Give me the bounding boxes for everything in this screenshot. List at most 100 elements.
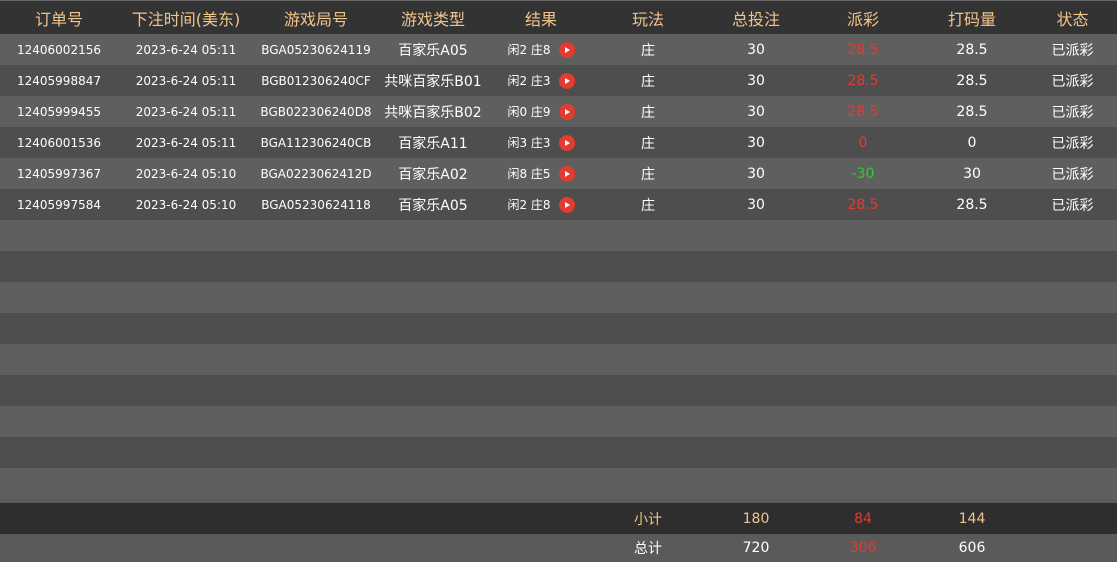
header-game-type: 游戏类型 <box>400 9 465 29</box>
cell-play: 庄 <box>641 104 655 121</box>
cell-play: 庄 <box>641 166 655 183</box>
cell-total-bet: 30 <box>747 134 765 151</box>
play-video-icon[interactable] <box>558 165 575 182</box>
cell-turnover: 28.5 <box>956 41 988 58</box>
table-header: 订单号 下注时间(美东) 游戏局号 游戏类型 结果 玩法 总投注 派彩 打码量 … <box>0 0 1117 34</box>
result-group: 闲2 庄8 <box>507 196 575 213</box>
header-round-id: 游戏局号 <box>283 9 348 29</box>
cell-turnover: 0 <box>967 134 977 151</box>
cell-order-id: 12405997584 <box>17 197 101 212</box>
play-video-icon[interactable] <box>558 72 575 89</box>
result-text: 闲0 庄9 <box>507 105 551 119</box>
cell-game-type: 百家乐A05 <box>398 197 468 214</box>
cell-status: 已派彩 <box>1051 197 1094 214</box>
total-turnover: 606 <box>958 540 986 556</box>
cell-result: 闲0 庄9 <box>488 96 594 127</box>
cell-result: 闲2 庄3 <box>488 65 594 96</box>
cell-total-bet: 30 <box>747 103 765 120</box>
cell-payout: 28.5 <box>847 196 879 213</box>
empty-table-row <box>0 220 1117 251</box>
cell-total-bet: 30 <box>747 165 765 182</box>
cell-game-type: 共咪百家乐B02 <box>384 104 482 121</box>
cell-bet-time: 2023-6-24 05:11 <box>135 104 237 119</box>
subtotal-bet: 180 <box>742 510 770 527</box>
result-group: 闲2 庄8 <box>507 41 575 58</box>
play-video-icon[interactable] <box>558 134 575 151</box>
cell-order-id: 12405997367 <box>17 166 101 181</box>
cell-order-id: 12406002156 <box>17 42 101 57</box>
header-total-bet: 总投注 <box>731 9 780 29</box>
result-group: 闲8 庄5 <box>507 165 575 182</box>
total-payout: 306 <box>849 540 877 556</box>
table-row: 12406002156 2023-6-24 05:11 BGA05230624119… <box>0 34 1117 65</box>
cell-bet-time: 2023-6-24 05:11 <box>135 135 237 150</box>
cell-play: 庄 <box>641 135 655 152</box>
cell-status: 已派彩 <box>1051 42 1094 59</box>
cell-game-type: 百家乐A11 <box>398 135 468 152</box>
cell-status: 已派彩 <box>1051 135 1094 152</box>
cell-payout: 28.5 <box>847 41 879 58</box>
empty-table-row <box>0 406 1117 437</box>
cell-total-bet: 30 <box>747 72 765 89</box>
header-turnover: 打码量 <box>947 9 996 29</box>
cell-turnover: 28.5 <box>956 72 988 89</box>
cell-game-type: 百家乐A02 <box>398 166 468 183</box>
subtotal-row: 小计 180 84 144 <box>0 503 1117 534</box>
cell-payout: 28.5 <box>847 72 879 89</box>
cell-round-id: BGA05230624119 <box>261 42 371 57</box>
cell-turnover: 28.5 <box>956 103 988 120</box>
empty-table-row <box>0 282 1117 313</box>
table-row: 12406001536 2023-6-24 05:11 BGA112306240CB… <box>0 127 1117 158</box>
result-group: 闲3 庄3 <box>507 134 575 151</box>
cell-round-id: BGB012306240CF <box>261 73 371 88</box>
cell-result: 闲2 庄8 <box>488 189 594 220</box>
cell-bet-time: 2023-6-24 05:10 <box>135 166 237 181</box>
cell-play: 庄 <box>641 73 655 90</box>
cell-play: 庄 <box>641 197 655 214</box>
result-text: 闲8 庄5 <box>507 167 551 181</box>
subtotal-label: 小计 <box>634 511 662 528</box>
empty-table-row <box>0 251 1117 282</box>
cell-bet-time: 2023-6-24 05:11 <box>135 73 237 88</box>
subtotal-turnover: 144 <box>958 510 986 527</box>
play-video-icon[interactable] <box>558 103 575 120</box>
cell-turnover: 28.5 <box>956 196 988 213</box>
cell-result: 闲8 庄5 <box>488 158 594 189</box>
play-video-icon[interactable] <box>558 196 575 213</box>
result-text: 闲2 庄8 <box>507 43 551 57</box>
cell-result: 闲3 庄3 <box>488 127 594 158</box>
cell-order-id: 12405999455 <box>17 104 101 119</box>
result-group: 闲0 庄9 <box>507 103 575 120</box>
cell-total-bet: 30 <box>747 41 765 58</box>
empty-table-row <box>0 468 1117 499</box>
cell-payout: -30 <box>851 165 875 182</box>
total-label: 总计 <box>634 541 662 557</box>
result-text: 闲2 庄8 <box>507 198 551 212</box>
cell-total-bet: 30 <box>747 196 765 213</box>
table-row: 12405997584 2023-6-24 05:10 BGA05230624118… <box>0 189 1117 220</box>
cell-round-id: BGA112306240CB <box>260 135 372 150</box>
subtotal-payout: 84 <box>854 510 872 527</box>
cell-result: 闲2 庄8 <box>488 34 594 65</box>
cell-bet-time: 2023-6-24 05:11 <box>135 42 237 57</box>
cell-round-id: BGB022306240D8 <box>260 104 372 119</box>
header-play: 玩法 <box>631 9 664 29</box>
cell-status: 已派彩 <box>1051 104 1094 121</box>
table-row: 12405997367 2023-6-24 05:10 BGA0223062412D… <box>0 158 1117 189</box>
empty-table-row <box>0 437 1117 468</box>
cell-bet-time: 2023-6-24 05:10 <box>135 197 237 212</box>
cell-round-id: BGA0223062412D <box>260 166 372 181</box>
cell-status: 已派彩 <box>1051 73 1094 90</box>
cell-order-id: 12405998847 <box>17 73 101 88</box>
result-text: 闲2 庄3 <box>507 74 551 88</box>
header-payout: 派彩 <box>846 9 879 29</box>
play-video-icon[interactable] <box>558 41 575 58</box>
header-order-id: 订单号 <box>34 9 83 29</box>
header-status: 状态 <box>1056 9 1089 29</box>
cell-payout: 28.5 <box>847 103 879 120</box>
header-result: 结果 <box>524 9 557 29</box>
cell-order-id: 12406001536 <box>17 135 101 150</box>
cell-turnover: 30 <box>963 165 981 182</box>
empty-table-row <box>0 344 1117 375</box>
cell-payout: 0 <box>858 134 868 151</box>
